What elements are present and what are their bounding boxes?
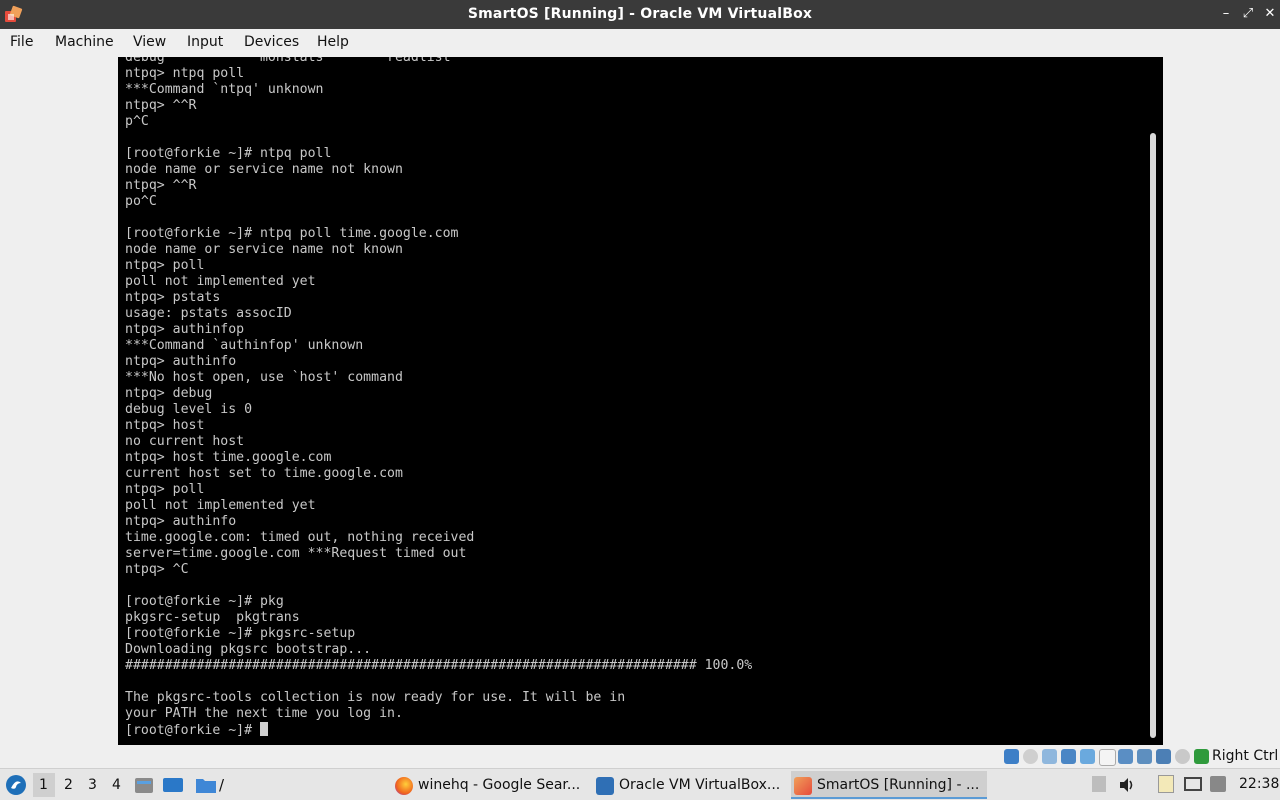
mouse-integration-icon[interactable]	[1175, 749, 1190, 764]
terminal-line: current host set to time.google.com	[125, 466, 403, 481]
tray-clipboard-icon[interactable]	[1092, 776, 1106, 792]
volume-icon[interactable]	[1118, 776, 1136, 794]
file-manager-icon[interactable]	[134, 776, 154, 794]
battery-icon[interactable]	[1210, 776, 1226, 792]
terminal-line: ntpq> poll	[125, 258, 205, 273]
terminal-line: ntpq> ^C	[125, 562, 189, 577]
terminal-line: [root@forkie ~]# pkgsrc-setup	[125, 626, 356, 641]
terminal-line: ntpq> authinfop	[125, 322, 245, 337]
vm-console[interactable]: debug monstats readlist ntpq> ntpq poll …	[118, 57, 1163, 745]
terminal-line: po^C	[125, 194, 157, 209]
task-smartos-vm[interactable]: SmartOS [Running] - ...	[791, 771, 987, 799]
display-icon[interactable]	[1118, 749, 1133, 764]
cpu-icon[interactable]	[1156, 749, 1171, 764]
tray-notes-icon[interactable]	[1158, 775, 1174, 793]
terminal-line: poll not implemented yet	[125, 498, 316, 513]
terminal-line: The pkgsrc-tools collection is now ready…	[125, 690, 626, 705]
terminal-line: node name or service name not known	[125, 162, 403, 177]
virtualbox-vm-icon	[794, 777, 812, 795]
terminal-line: ***Command `ntpq' unknown	[125, 82, 324, 97]
close-button[interactable]: ✕	[1262, 6, 1278, 22]
optical-drive-icon[interactable]	[1023, 749, 1038, 764]
terminal-line: ntpq> authinfo	[125, 354, 237, 369]
usb-icon[interactable]	[1080, 749, 1095, 764]
quick-launch-separator: /	[219, 776, 225, 794]
workspace-2[interactable]: 2	[64, 777, 73, 793]
menu-help[interactable]: Help	[317, 34, 349, 50]
clock[interactable]: 22:38	[1239, 776, 1279, 792]
terminal-line: ########################################…	[125, 658, 753, 673]
taskbar: 1 2 3 4 / winehq - Google Sear... Oracle…	[0, 768, 1280, 800]
terminal-line: poll not implemented yet	[125, 274, 316, 289]
vm-status-bar: Right Ctrl	[0, 746, 1280, 768]
terminal-line: no current host	[125, 434, 245, 449]
terminal-line: p^C	[125, 114, 149, 129]
terminal-line: debug level is 0	[125, 402, 253, 417]
terminal-line: ntpq> host time.google.com	[125, 450, 332, 465]
terminal-line: ntpq> ^^R	[125, 98, 197, 113]
network-icon[interactable]	[1061, 749, 1076, 764]
terminal-line: your PATH the next time you log in.	[125, 706, 403, 721]
virtualbox-manager-icon	[596, 777, 614, 795]
menu-file[interactable]: File	[10, 34, 33, 50]
window-titlebar[interactable]: SmartOS [Running] - Oracle VM VirtualBox…	[0, 0, 1280, 29]
desktop-icon[interactable]	[162, 776, 184, 794]
maximize-button[interactable]: ⤢	[1240, 6, 1256, 22]
terminal-line: ***Command `authinfop' unknown	[125, 338, 364, 353]
task-label: SmartOS [Running] - ...	[817, 777, 980, 793]
terminal-line: time.google.com: timed out, nothing rece…	[125, 530, 475, 545]
terminal-line: [root@forkie ~]# pkg	[125, 594, 284, 609]
terminal-line: ntpq> ntpq poll	[125, 66, 245, 81]
host-key-label: Right Ctrl	[1212, 748, 1279, 764]
terminal-scrollbar[interactable]	[1150, 133, 1156, 738]
terminal-cursor	[259, 722, 268, 736]
menu-devices[interactable]: Devices	[244, 34, 299, 50]
hard-disk-icon[interactable]	[1004, 749, 1019, 764]
audio-icon[interactable]	[1042, 749, 1057, 764]
menu-view[interactable]: View	[133, 34, 166, 50]
task-label: winehq - Google Sear...	[418, 777, 581, 793]
terminal-line: node name or service name not known	[125, 242, 403, 257]
workspace-3[interactable]: 3	[88, 777, 97, 793]
terminal-output: debug monstats readlist ntpq> ntpq poll …	[125, 57, 752, 739]
terminal-line: ntpq> debug	[125, 386, 213, 401]
workspace-1[interactable]: 1	[39, 777, 48, 793]
start-menu-icon[interactable]	[5, 774, 27, 796]
menu-machine[interactable]: Machine	[55, 34, 114, 50]
menu-input[interactable]: Input	[187, 34, 223, 50]
workspace-4[interactable]: 4	[112, 777, 121, 793]
terminal-line: usage: pstats assocID	[125, 306, 292, 321]
terminal-line: Downloading pkgsrc bootstrap...	[125, 642, 372, 657]
terminal-line: [root@forkie ~]# ntpq poll time.google.c…	[125, 226, 459, 241]
terminal-lines: debug monstats readlist ntpq> ntpq poll …	[125, 57, 752, 721]
menu-bar: File Machine View Input Devices Help	[0, 29, 1280, 56]
folder-icon[interactable]	[195, 775, 217, 795]
terminal-line: [root@forkie ~]# ntpq poll	[125, 146, 332, 161]
shared-folders-icon[interactable]	[1099, 749, 1116, 766]
terminal-line: ntpq> host	[125, 418, 205, 433]
host-key-icon	[1194, 749, 1209, 764]
network-tray-icon[interactable]	[1184, 777, 1202, 791]
terminal-line: server=time.google.com ***Request timed …	[125, 546, 467, 561]
terminal-line: pkgsrc-setup pkgtrans	[125, 610, 300, 625]
terminal-line: ntpq> authinfo	[125, 514, 237, 529]
terminal-prompt: [root@forkie ~]#	[125, 723, 260, 738]
terminal-line: ntpq> pstats	[125, 290, 221, 305]
terminal-line: ***No host open, use `host' command	[125, 370, 403, 385]
task-label: Oracle VM VirtualBox...	[619, 777, 781, 793]
terminal-line: ntpq> ^^R	[125, 178, 197, 193]
task-firefox[interactable]: winehq - Google Sear...	[392, 771, 588, 799]
minimize-button[interactable]: –	[1218, 6, 1234, 22]
window-title: SmartOS [Running] - Oracle VM VirtualBox	[467, 6, 813, 22]
task-virtualbox-manager[interactable]: Oracle VM VirtualBox...	[593, 771, 789, 799]
firefox-icon	[395, 777, 413, 795]
video-capture-icon[interactable]	[1137, 749, 1152, 764]
terminal-line: debug monstats readlist	[125, 57, 451, 65]
terminal-line: ntpq> poll	[125, 482, 205, 497]
